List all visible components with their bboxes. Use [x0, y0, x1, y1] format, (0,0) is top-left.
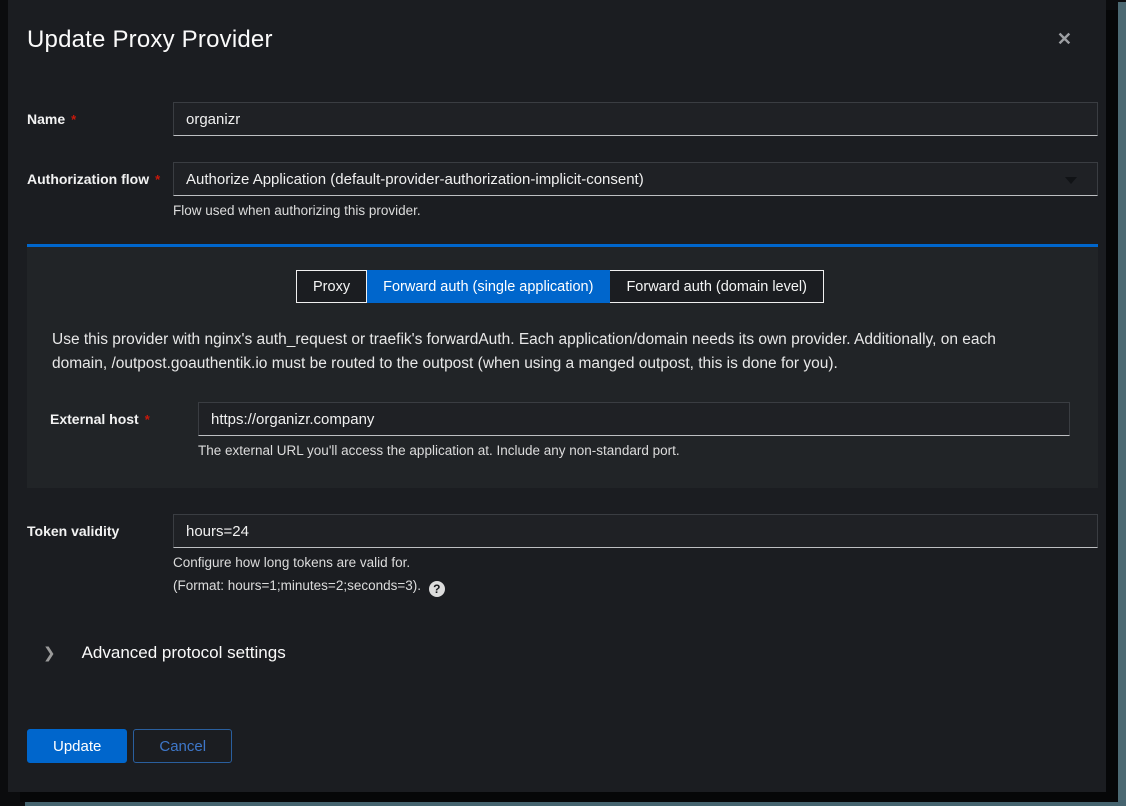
name-label-text: Name: [27, 111, 65, 127]
question-circle-icon[interactable]: ?: [429, 581, 445, 597]
update-button[interactable]: Update: [27, 729, 127, 763]
chevron-right-icon: ❯: [43, 646, 56, 661]
cancel-button[interactable]: Cancel: [133, 729, 232, 763]
close-icon[interactable]: ✕: [1057, 30, 1072, 48]
external-host-row: External host * The external URL you'll a…: [50, 402, 1070, 458]
page-title: Update Proxy Provider: [27, 26, 1066, 54]
required-marker: *: [155, 172, 160, 187]
token-validity-label: Token validity: [27, 514, 173, 539]
authorization-flow-help: Flow used when authorizing this provider…: [173, 203, 1098, 218]
required-marker: *: [145, 412, 150, 427]
external-host-label-text: External host: [50, 411, 139, 427]
page-edge-right: [1118, 2, 1126, 806]
name-input[interactable]: [173, 102, 1098, 136]
required-marker: *: [71, 112, 76, 127]
proxy-mode-panel: Proxy Forward auth (single application) …: [27, 244, 1098, 488]
token-validity-row: Token validity Configure how long tokens…: [27, 514, 1098, 597]
token-validity-help-line2: (Format: hours=1;minutes=2;seconds=3). ?: [173, 578, 1098, 597]
token-validity-input[interactable]: [173, 514, 1098, 548]
authorization-flow-selected-value: Authorize Application (default-provider-…: [186, 171, 644, 188]
mode-description: Use this provider with nginx's auth_requ…: [52, 328, 1052, 376]
advanced-protocol-settings-label: Advanced protocol settings: [82, 643, 286, 663]
chevron-down-icon: [1065, 177, 1077, 184]
advanced-protocol-settings-expander[interactable]: ❯ Advanced protocol settings: [43, 643, 286, 663]
modal-footer: Update Cancel: [27, 729, 1098, 781]
authorization-flow-row: Authorization flow * Authorize Applicatio…: [27, 162, 1098, 218]
authorization-flow-label-text: Authorization flow: [27, 171, 149, 187]
token-validity-format-text: (Format: hours=1;minutes=2;seconds=3).: [173, 578, 421, 593]
name-label: Name *: [27, 102, 173, 127]
authorization-flow-label: Authorization flow *: [27, 162, 173, 187]
tab-forward-auth-single-application[interactable]: Forward auth (single application): [367, 270, 610, 303]
external-host-help: The external URL you'll access the appli…: [198, 443, 1070, 458]
page-edge-bottom: [25, 800, 1126, 806]
authorization-flow-select[interactable]: Authorize Application (default-provider-…: [173, 162, 1098, 196]
modal-header: Update Proxy Provider ✕: [8, 0, 1106, 54]
tab-proxy[interactable]: Proxy: [296, 270, 367, 303]
screen: Update Proxy Provider ✕ Name * Authorizat…: [0, 0, 1126, 806]
external-host-label: External host *: [50, 402, 198, 427]
tab-forward-auth-domain-level[interactable]: Forward auth (domain level): [610, 270, 824, 303]
update-proxy-provider-modal: Update Proxy Provider ✕ Name * Authorizat…: [8, 0, 1106, 792]
name-field-row: Name *: [27, 102, 1098, 136]
token-validity-help-line1: Configure how long tokens are valid for.: [173, 555, 1098, 570]
modal-body: Name * Authorization flow * Authorize Appl…: [8, 102, 1106, 781]
external-host-input[interactable]: [198, 402, 1070, 436]
proxy-mode-tab-group: Proxy Forward auth (single application) …: [50, 270, 1070, 303]
